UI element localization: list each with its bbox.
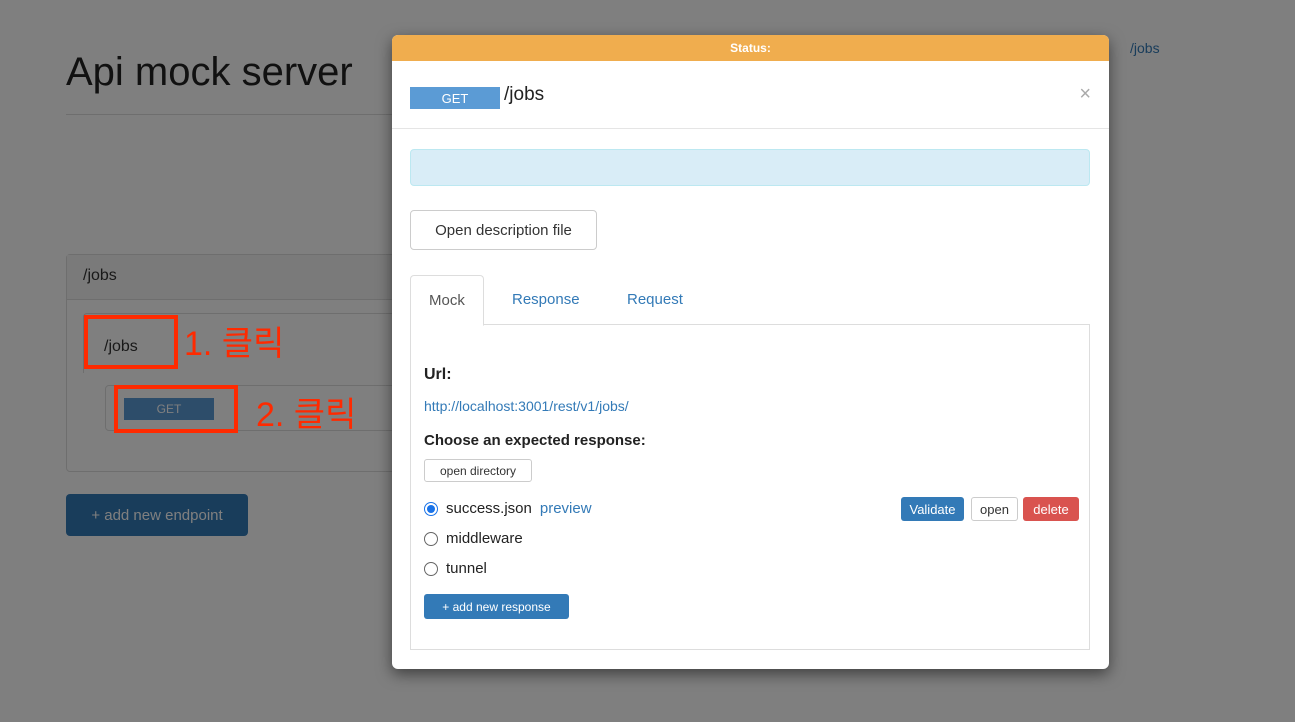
info-alert bbox=[410, 149, 1090, 186]
annotation-box-step2 bbox=[114, 385, 238, 433]
response-name: success.json bbox=[446, 500, 532, 517]
close-icon[interactable]: × bbox=[1079, 83, 1091, 106]
url-link[interactable]: http://localhost:3001/rest/v1/jobs/ bbox=[424, 398, 629, 414]
open-response-button[interactable]: open bbox=[971, 497, 1018, 521]
response-name: middleware bbox=[446, 530, 523, 547]
modal-tabs: Mock Response Request bbox=[410, 275, 1090, 326]
modal-method-badge: GET bbox=[410, 87, 500, 109]
modal-header: GET /jobs × bbox=[392, 61, 1109, 129]
response-option-tunnel[interactable]: tunnel bbox=[424, 560, 487, 577]
validate-button[interactable]: Validate bbox=[901, 497, 964, 521]
annotation-box-step1 bbox=[84, 315, 178, 369]
response-option-success[interactable]: success.json preview bbox=[424, 500, 592, 517]
tab-response[interactable]: Response bbox=[494, 275, 598, 325]
annotation-step2: 2. 클릭 bbox=[256, 396, 357, 434]
response-option-middleware[interactable]: middleware bbox=[424, 530, 523, 547]
delete-response-button[interactable]: delete bbox=[1023, 497, 1079, 521]
choose-response-label: Choose an expected response: bbox=[424, 432, 646, 449]
response-name: tunnel bbox=[446, 560, 487, 577]
radio-unselected-icon[interactable] bbox=[424, 561, 438, 576]
preview-link[interactable]: preview bbox=[540, 500, 592, 517]
open-directory-button[interactable]: open directory bbox=[424, 459, 532, 482]
tab-request[interactable]: Request bbox=[609, 275, 701, 325]
url-label: Url: bbox=[424, 366, 452, 383]
radio-unselected-icon[interactable] bbox=[424, 531, 438, 546]
endpoint-modal: Status: GET /jobs × Open description fil… bbox=[392, 35, 1109, 669]
status-bar: Status: bbox=[392, 35, 1109, 61]
add-response-button[interactable]: + add new response bbox=[424, 594, 569, 619]
open-description-button[interactable]: Open description file bbox=[410, 210, 597, 250]
modal-title: /jobs bbox=[504, 84, 545, 105]
radio-selected-icon[interactable] bbox=[424, 501, 438, 516]
tab-mock[interactable]: Mock bbox=[410, 275, 484, 326]
mock-tab-content: Url: http://localhost:3001/rest/v1/jobs/… bbox=[410, 324, 1090, 650]
annotation-step1: 1. 클릭 bbox=[184, 325, 285, 363]
